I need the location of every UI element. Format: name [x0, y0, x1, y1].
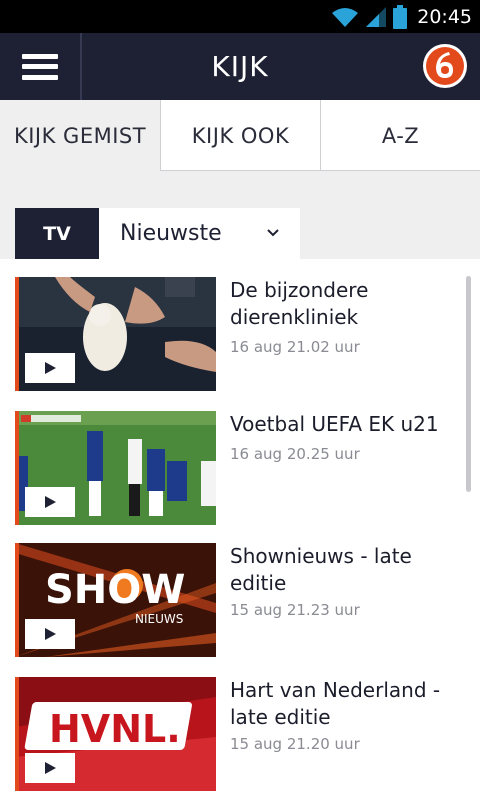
- video-title[interactable]: De bijzondere dierenkliniek: [230, 277, 460, 331]
- video-title[interactable]: Hart van Nederland - late editie: [230, 677, 460, 731]
- filter-bar: TV Nieuwste: [0, 171, 480, 259]
- play-button[interactable]: [25, 487, 75, 517]
- battery-icon: [393, 5, 408, 29]
- nieuws-logo-text: NIEUWS: [135, 612, 183, 626]
- status-time: 20:45: [417, 6, 472, 28]
- play-button[interactable]: [25, 753, 75, 783]
- play-button[interactable]: [25, 353, 75, 383]
- video-title[interactable]: Voetbal UEFA EK u21: [230, 411, 460, 438]
- chevron-down-icon: [267, 229, 279, 237]
- sbs6-logo-icon[interactable]: [422, 43, 468, 89]
- show-logo-text: SHOW: [45, 567, 185, 613]
- tab-kijk-gemist[interactable]: KIJK GEMIST: [0, 100, 160, 171]
- video-thumbnail[interactable]: [15, 411, 216, 525]
- list-item[interactable]: De bijzondere dierenkliniek 16 aug 21.02…: [15, 277, 455, 392]
- play-icon: [45, 762, 56, 774]
- channel-tv-button[interactable]: TV: [15, 208, 99, 259]
- sort-dropdown[interactable]: Nieuwste: [99, 208, 300, 259]
- play-icon: [45, 628, 56, 640]
- list-item[interactable]: Voetbal UEFA EK u21 16 aug 20.25 uur: [15, 411, 455, 526]
- play-button[interactable]: [25, 619, 75, 649]
- play-icon: [45, 496, 56, 508]
- video-date: 15 aug 21.20 uur: [230, 735, 360, 753]
- list-item[interactable]: HVNL. Hart van Nederland - late editie 1…: [15, 677, 455, 792]
- status-bar: 20:45: [0, 0, 480, 33]
- tab-kijk-ook[interactable]: KIJK OOK: [160, 100, 320, 171]
- wifi-icon: [332, 8, 359, 27]
- app-title: KIJK: [211, 50, 269, 83]
- signal-icon: [366, 7, 387, 27]
- list-item[interactable]: SHOW NIEUWS Shownieuws - late editie 15 …: [15, 543, 455, 658]
- video-list[interactable]: De bijzondere dierenkliniek 16 aug 21.02…: [0, 259, 480, 800]
- video-date: 15 aug 21.23 uur: [230, 601, 360, 619]
- tab-a-z[interactable]: A-Z: [320, 100, 480, 171]
- play-icon: [45, 362, 56, 374]
- video-title[interactable]: Shownieuws - late editie: [230, 543, 460, 597]
- video-thumbnail[interactable]: SHOW NIEUWS: [15, 543, 216, 657]
- status-icons: 20:45: [331, 4, 472, 30]
- video-thumbnail[interactable]: [15, 277, 216, 391]
- hvnl-logo-text: HVNL.: [49, 707, 181, 751]
- video-thumbnail[interactable]: HVNL.: [15, 677, 216, 791]
- app-bar: KIJK: [0, 33, 480, 100]
- menu-button[interactable]: [0, 33, 82, 100]
- tab-bar: KIJK GEMIST KIJK OOK A-Z: [0, 100, 480, 171]
- sort-dropdown-value: Nieuwste: [120, 221, 222, 246]
- hamburger-menu-icon: [22, 53, 58, 80]
- list-scrollbar[interactable]: [466, 276, 471, 492]
- video-date: 16 aug 21.02 uur: [230, 338, 360, 356]
- video-date: 16 aug 20.25 uur: [230, 445, 360, 463]
